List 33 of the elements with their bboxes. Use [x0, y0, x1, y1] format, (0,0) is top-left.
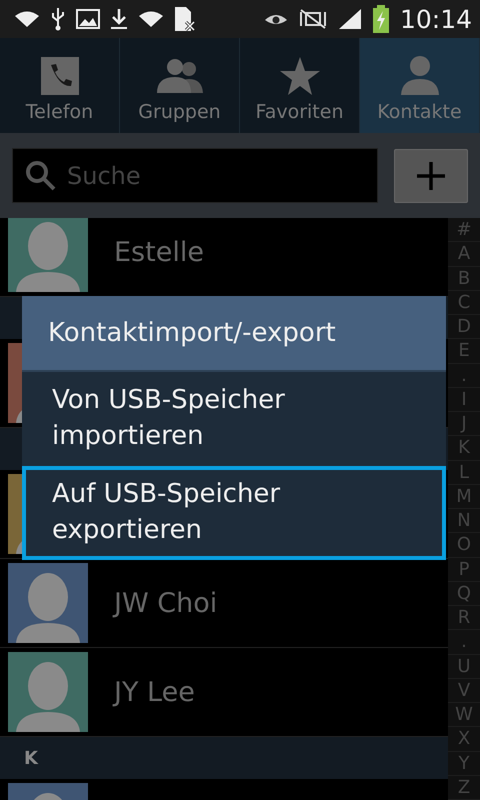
contact-row[interactable]: JY Lee [0, 648, 448, 737]
usb-icon [50, 7, 66, 31]
index-letter[interactable]: . [448, 364, 480, 388]
plus-icon [416, 160, 446, 190]
contact-name: Estelle [114, 236, 204, 268]
phone-icon [40, 57, 78, 95]
search-icon [24, 159, 56, 191]
index-letter[interactable]: # [448, 218, 480, 242]
signal-icon [338, 8, 362, 30]
contact-name: JY Lee [114, 676, 195, 708]
download-icon [110, 8, 128, 30]
add-button[interactable] [394, 148, 468, 202]
image-icon [76, 9, 100, 29]
menu-option[interactable]: Auf USB-Speicher exportieren [22, 466, 446, 560]
dialog-title: Kontaktimport/-export [22, 296, 446, 372]
people-icon [156, 57, 202, 95]
tab[interactable]: Telefon [0, 38, 120, 133]
menu-option[interactable]: Von USB-Speicher importieren [22, 372, 446, 466]
battery-icon [372, 5, 390, 33]
person-icon [400, 55, 440, 95]
star-icon [280, 57, 320, 95]
tab[interactable]: Gruppen [120, 38, 240, 133]
index-letter[interactable]: . [448, 630, 480, 654]
wifi-icon [14, 10, 40, 28]
contact-row[interactable]: JW Choi [0, 559, 448, 648]
sim-card-icon [174, 6, 196, 32]
tab[interactable]: Kontakte [360, 38, 480, 133]
wifi-icon [138, 10, 164, 28]
search-field[interactable]: Suche [12, 148, 378, 203]
clock-time: 10:14 [400, 4, 472, 34]
section-letter: K [24, 748, 38, 768]
mute-icon [298, 8, 328, 30]
contact-name: JW Choi [114, 588, 218, 618]
